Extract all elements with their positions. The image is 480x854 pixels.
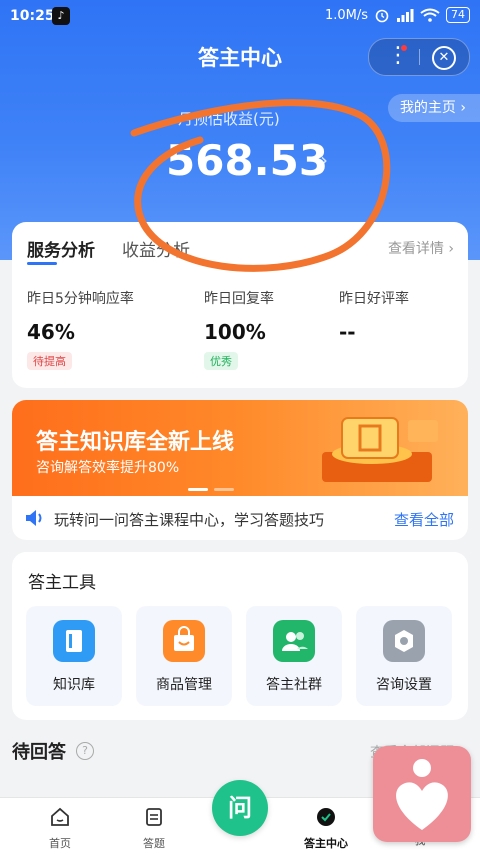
- shopping-bag-icon: [163, 620, 205, 662]
- my-homepage-button[interactable]: 我的主页 ›: [387, 94, 480, 122]
- metric-value: 100%: [204, 320, 266, 344]
- book-icon: [53, 620, 95, 662]
- promo-banner[interactable]: 答主知识库全新上线 咨询解答效率提升80%: [12, 400, 468, 496]
- analysis-card: 服务分析 收益分析 查看详情 › 昨日5分钟响应率 46% 待提高 昨日回复率 …: [12, 222, 468, 388]
- tool-consult-settings[interactable]: 咨询设置: [356, 606, 452, 706]
- metric-reply-rate: 昨日回复率 100% 优秀: [204, 288, 354, 370]
- metric-positive-rate: 昨日好评率 --: [339, 288, 480, 344]
- tiktok-icon: ♪: [52, 7, 70, 25]
- tool-label: 咨询设置: [376, 677, 432, 693]
- metric-value: 46%: [27, 320, 75, 344]
- signal-icon: [397, 9, 414, 22]
- status-badge: 优秀: [204, 352, 238, 370]
- capsule-divider: [419, 49, 420, 65]
- speaker-icon: [26, 510, 42, 526]
- chat-check-icon: [317, 808, 335, 826]
- tab-label: 答题: [143, 837, 165, 850]
- tools-title: 答主工具: [28, 573, 96, 593]
- tool-label: 答主社群: [266, 677, 322, 693]
- metric-response-rate: 昨日5分钟响应率 46% 待提高: [27, 288, 177, 370]
- banner-card: 答主知识库全新上线 咨询解答效率提升80% 玩转问一问答主课程中心，学习答题技巧…: [12, 400, 468, 540]
- help-icon[interactable]: ?: [76, 742, 94, 760]
- network-speed: 1.0M/s: [324, 7, 368, 23]
- metric-label: 昨日回复率: [204, 291, 274, 307]
- ask-center-button[interactable]: 问: [212, 780, 268, 836]
- tab-label: 答主中心: [304, 837, 348, 850]
- tab-home[interactable]: 首页: [20, 806, 100, 851]
- status-right: 1.0M/s 74: [325, 7, 470, 23]
- notice-text: 玩转问一问答主课程中心，学习答题技巧: [54, 511, 325, 529]
- carousel-indicator: [188, 488, 234, 491]
- tab-label: 首页: [49, 837, 71, 850]
- metric-label: 昨日5分钟响应率: [27, 291, 134, 307]
- tool-label: 知识库: [53, 677, 95, 693]
- tab-answer[interactable]: 答题: [114, 806, 194, 851]
- heart-person-icon: [396, 759, 448, 830]
- status-bar: 10:25 ♪ 1.0M/s 74: [0, 0, 480, 34]
- notice-bar[interactable]: 玩转问一问答主课程中心，学习答题技巧 查看全部: [12, 496, 468, 540]
- floating-heart-app-icon[interactable]: [373, 746, 471, 842]
- metric-value: --: [339, 320, 356, 344]
- view-all-link[interactable]: 查看全部: [394, 509, 454, 530]
- knowledge-base-illustration: [322, 417, 438, 482]
- estimated-income-label: 月预估收益(元): [178, 110, 280, 128]
- tab-income-analysis[interactable]: 收益分析: [122, 236, 190, 261]
- wifi-icon: [420, 8, 440, 22]
- alarm-icon: [375, 9, 389, 23]
- tab-answerer-center[interactable]: 答主中心: [286, 806, 366, 851]
- status-time: 10:25: [10, 8, 55, 24]
- income-amount[interactable]: 568.53: [166, 136, 328, 185]
- tool-community[interactable]: 答主社群: [246, 606, 342, 706]
- group-icon: [273, 620, 315, 662]
- settings-hex-icon: [383, 620, 425, 662]
- tool-product-management[interactable]: 商品管理: [136, 606, 232, 706]
- tool-knowledge-base[interactable]: 知识库: [26, 606, 122, 706]
- banner-headline: 答主知识库全新上线: [36, 430, 235, 455]
- battery-icon: 74: [446, 7, 470, 23]
- miniapp-capsule: ⋮ ✕: [368, 38, 470, 76]
- pending-title: 待回答: [12, 742, 66, 763]
- status-badge: 待提高: [27, 352, 72, 370]
- chevron-right-icon[interactable]: ›: [320, 148, 328, 172]
- document-icon: [146, 808, 162, 826]
- tab-service-analysis[interactable]: 服务分析: [27, 236, 95, 261]
- banner-subtitle: 咨询解答效率提升80%: [36, 460, 180, 476]
- metric-label: 昨日好评率: [339, 291, 409, 307]
- home-icon: [51, 807, 69, 826]
- notification-dot: [401, 45, 407, 51]
- view-details-link[interactable]: 查看详情 ›: [388, 238, 454, 258]
- tools-card: 答主工具 知识库 商品管理 答主社群 咨询设置: [12, 552, 468, 720]
- active-tab-indicator: [27, 262, 57, 265]
- tool-label: 商品管理: [156, 677, 212, 693]
- close-icon[interactable]: ✕: [432, 46, 456, 70]
